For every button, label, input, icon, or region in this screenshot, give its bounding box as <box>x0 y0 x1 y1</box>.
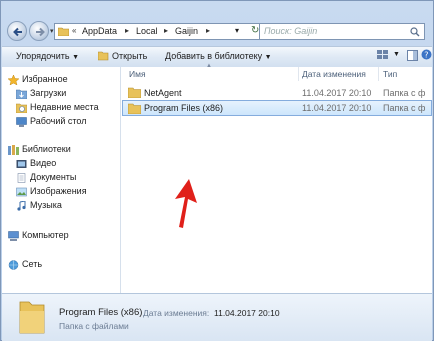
column-header-name[interactable]: Имя <box>129 69 146 79</box>
breadcrumb-appdata[interactable]: AppData <box>82 26 117 36</box>
organize-label: Упорядочить <box>16 51 70 61</box>
sidebar-item-label: Рабочий стол <box>30 116 87 126</box>
breadcrumb-gaijin[interactable]: Gaijin <box>175 26 198 36</box>
view-options-chevron-icon[interactable]: ▼ <box>393 51 400 58</box>
forward-arrow-icon <box>36 27 45 37</box>
sort-indicator-icon: ▲ <box>206 63 212 69</box>
images-icon <box>16 187 27 197</box>
open-folder-icon <box>98 51 109 61</box>
column-header-type[interactable]: Тип <box>383 69 397 79</box>
open-button[interactable]: Открыть <box>98 51 147 61</box>
breadcrumb-overflow-icon[interactable]: « <box>72 26 76 35</box>
chevron-down-icon: ▼ <box>72 54 80 61</box>
file-name: NetAgent <box>144 88 182 98</box>
folder-icon <box>128 87 141 98</box>
breadcrumb-separator-icon[interactable]: ▸ <box>164 26 168 35</box>
sidebar-item-label: Библиотеки <box>22 144 71 154</box>
breadcrumb-separator-icon[interactable]: ▸ <box>125 26 129 35</box>
red-arrow-annotation <box>175 179 197 228</box>
downloads-icon <box>16 89 27 99</box>
sidebar-item-label: Изображения <box>30 186 87 196</box>
folder-icon <box>128 103 141 114</box>
sidebar-item-label: Недавние места <box>30 102 99 112</box>
add-to-library-label: Добавить в библиотеку <box>165 51 263 61</box>
recent-places-icon <box>16 103 27 113</box>
details-date-value: 11.04.2017 20:10 <box>214 308 280 318</box>
file-type: Папка с ф <box>383 88 426 98</box>
computer-icon <box>8 231 19 241</box>
navigation-pane: Избранное Загрузки Недавние места Рабочи… <box>2 67 121 293</box>
search-icon[interactable] <box>410 27 420 37</box>
sidebar-item-label: Документы <box>30 172 77 182</box>
details-name: Program Files (x86) <box>59 307 143 318</box>
sidebar-item-label: Видео <box>30 158 57 168</box>
explorer-window: ▾ « AppData ▸ Local ▸ Gaijin ▸ ▾ ↻ Поиск… <box>0 0 434 341</box>
file-name: Program Files (x86) <box>144 103 224 113</box>
command-bar: Упорядочить ▼ Открыть Добавить в библиот… <box>2 46 432 68</box>
address-dropdown-icon[interactable]: ▾ <box>235 26 239 35</box>
documents-icon <box>17 173 26 183</box>
search-placeholder: Поиск: Gaijin <box>264 26 318 36</box>
sidebar-item-label: Загрузки <box>30 88 67 98</box>
file-type: Папка с ф <box>383 103 426 113</box>
address-bar[interactable]: « AppData ▸ Local ▸ Gaijin ▸ ▾ ↻ <box>54 23 269 40</box>
sidebar-item-label: Сеть <box>22 259 43 269</box>
details-pane: Program Files (x86) Дата изменения: 11.0… <box>2 293 432 341</box>
breadcrumb-local[interactable]: Local <box>136 26 158 36</box>
help-icon[interactable]: ? <box>421 49 432 62</box>
details-type: Папка с файлами <box>59 321 129 331</box>
network-icon <box>8 260 19 270</box>
libraries-icon <box>8 145 19 155</box>
breadcrumb-separator-icon[interactable]: ▸ <box>206 26 210 35</box>
chevron-down-icon: ▼ <box>264 54 272 61</box>
forward-button[interactable] <box>29 21 49 41</box>
recent-pages-icon[interactable]: ▾ <box>50 27 54 35</box>
search-input[interactable]: Поиск: Gaijin <box>259 23 425 40</box>
address-row: ▾ « AppData ▸ Local ▸ Gaijin ▸ ▾ ↻ Поиск… <box>1 18 433 46</box>
column-divider[interactable] <box>298 67 299 81</box>
column-divider[interactable] <box>378 67 379 81</box>
back-arrow-icon <box>13 27 22 37</box>
organize-button[interactable]: Упорядочить ▼ <box>16 51 79 61</box>
sidebar-item-label: Избранное <box>22 74 68 84</box>
table-row-selected[interactable]: Program Files (x86) 11.04.2017 20:10 Пап… <box>122 100 432 116</box>
details-date-label: Дата изменения: <box>143 308 210 318</box>
content-area: Избранное Загрузки Недавние места Рабочи… <box>2 63 432 293</box>
preview-pane-icon[interactable] <box>407 50 418 63</box>
sidebar-item-label: Компьютер <box>22 230 69 240</box>
svg-text:?: ? <box>424 51 428 60</box>
star-icon <box>8 75 19 85</box>
column-header-date[interactable]: Дата изменения <box>302 69 366 79</box>
table-row[interactable]: NetAgent 11.04.2017 20:10 Папка с ф <box>122 85 432 101</box>
back-button[interactable] <box>7 21 27 41</box>
folder-icon <box>58 27 69 36</box>
video-icon <box>16 160 27 168</box>
file-date: 11.04.2017 20:10 <box>302 103 372 113</box>
view-options-icon[interactable] <box>377 50 389 63</box>
sidebar-item-label: Музыка <box>30 200 62 210</box>
large-folder-icon <box>19 301 45 334</box>
file-date: 11.04.2017 20:10 <box>302 88 372 98</box>
desktop-icon <box>16 117 27 127</box>
music-icon <box>17 201 26 211</box>
open-label: Открыть <box>112 51 148 61</box>
add-to-library-button[interactable]: Добавить в библиотеку ▼ <box>165 51 272 61</box>
